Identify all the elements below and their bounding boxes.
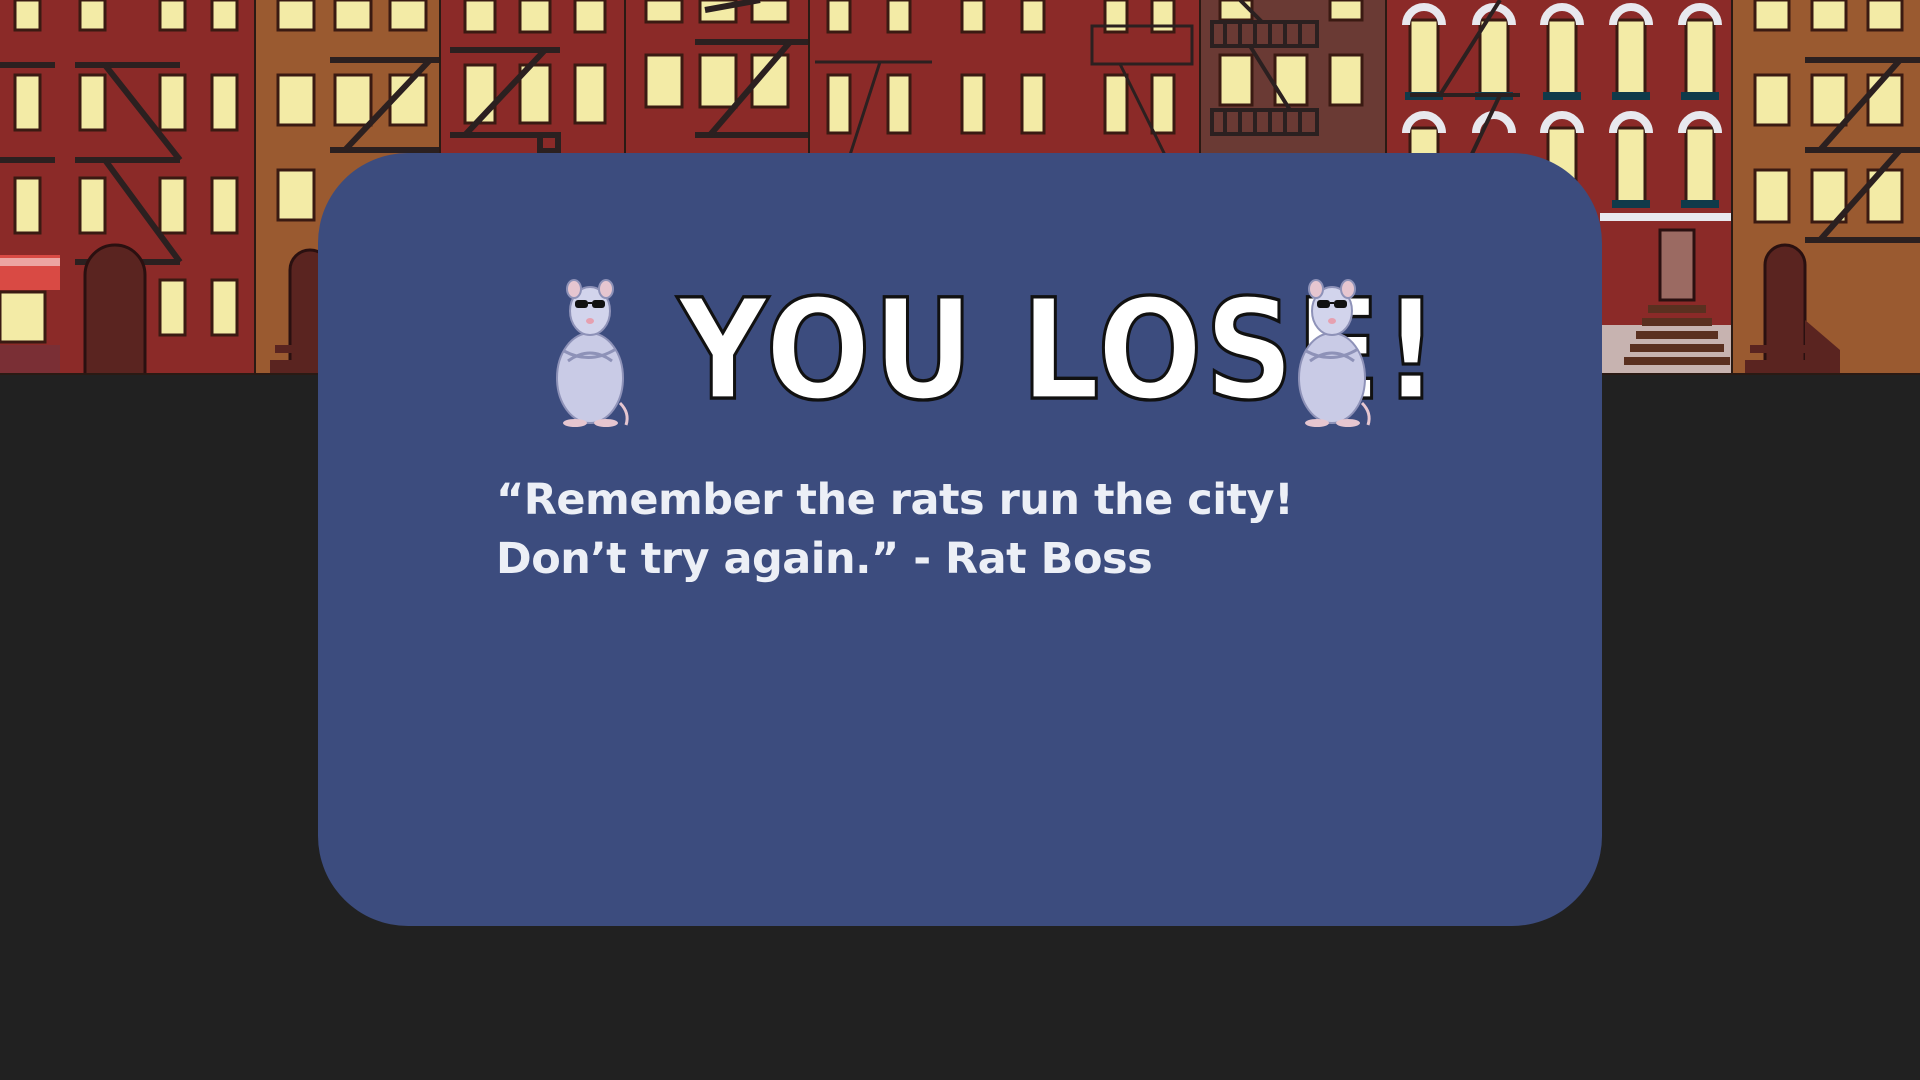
rat-with-sunglasses-icon	[1298, 279, 1371, 427]
result-title: YOU LOSE!	[677, 270, 1442, 432]
rat-boss-quote: “Remember the rats run the city! Don’t t…	[496, 475, 1294, 584]
title-row: YOU LOSE!	[318, 270, 1602, 433]
game-over-screen: YOU LOSE! “Remember the rats run the cit…	[0, 0, 1920, 1080]
rat-with-sunglasses-icon	[556, 279, 629, 427]
game-over-dialog: YOU LOSE! “Remember the rats run the cit…	[318, 153, 1602, 926]
